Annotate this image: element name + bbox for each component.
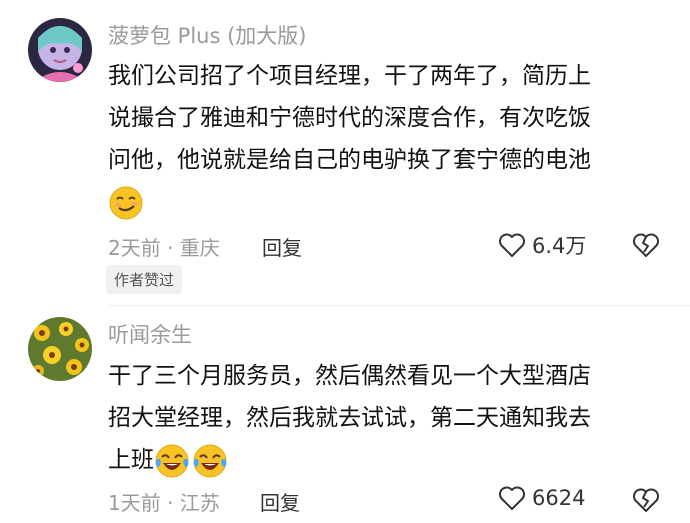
tears-of-joy-emoji [193,444,227,477]
broken-heart-icon [633,488,659,512]
comment-item: 听闻余生 干了三个月服务员，然后偶然看见一个大型酒店 招大堂经理，然后我就去试试… [0,305,690,523]
avatar[interactable] [28,18,92,82]
like-count: 6.4万 [532,234,587,258]
like-button[interactable]: 6.4万 [498,230,586,260]
username[interactable]: 听闻余生 [108,319,192,349]
comment-item: 菠萝包 Plus (加大版) 我们公司招了个项目经理，干了两年了，简历上 说撮合… [0,0,690,305]
like-count: 6624 [532,486,586,510]
avatar[interactable] [28,317,92,381]
comment-line: 上班 [108,439,668,481]
broken-heart-icon [633,233,659,257]
emoji-row [108,181,668,223]
smirk-face-emoji [109,186,143,219]
like-button[interactable]: 6624 [498,485,585,511]
reply-button[interactable]: 回复 [260,487,300,516]
reply-button[interactable]: 回复 [262,232,302,261]
tears-of-joy-emoji [155,444,189,477]
comment-line: 问他，他说就是给自己的电驴换了套宁德的电池 [108,147,591,173]
comment-line-text: 上班 [108,447,154,473]
comment-line: 招大堂经理，然后我就去试试，第二天通知我去 [108,405,591,431]
comment-meta: 2天前 · 重庆 [108,236,220,260]
username[interactable]: 菠萝包 Plus (加大版) [108,20,306,50]
comment-text: 我们公司招了个项目经理，干了两年了，简历上 说撮合了雅迪和宁德时代的深度合作，有… [108,55,668,223]
heart-icon [499,486,525,510]
comment-line: 干了三个月服务员，然后偶然看见一个大型酒店 [108,363,591,389]
dislike-button[interactable] [632,232,660,262]
comment-line: 我们公司招了个项目经理，干了两年了，简历上 [108,63,591,89]
author-liked-badge: 作者赞过 [106,265,183,294]
dislike-button[interactable] [632,487,660,517]
comment-text: 干了三个月服务员，然后偶然看见一个大型酒店 招大堂经理，然后我就去试试，第二天通… [108,355,668,481]
heart-icon [499,233,525,257]
comment-line: 说撮合了雅迪和宁德时代的深度合作，有次吃饭 [108,105,591,131]
comment-meta: 1天前 · 江苏 [108,491,220,515]
